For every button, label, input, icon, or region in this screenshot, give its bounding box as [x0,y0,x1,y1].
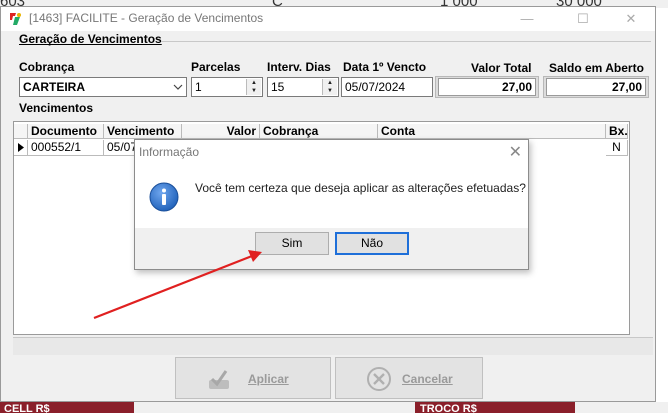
info-icon [149,182,179,212]
row-pointer-icon [18,143,24,152]
bg-text: CELL R$ [4,403,50,413]
vencimentos-label: Vencimentos [19,101,94,115]
spin-down-icon[interactable]: ▼ [247,87,261,95]
dialog-title: Informação [139,145,200,159]
status-bar [13,337,653,355]
interv-dias-label: Interv. Dias [267,60,331,74]
apply-icon [209,370,229,389]
spin-up-icon[interactable]: ▲ [247,79,261,87]
cobranca-label: Cobrança [19,60,75,74]
saldo-aberto-box: 27,00 [543,76,649,98]
table-cell-bx[interactable]: N [606,140,628,156]
cancelar-button[interactable]: Cancelar [335,357,483,399]
divider [161,41,651,42]
section-title: Geração de Vencimentos [19,32,162,46]
saldo-aberto-value: 27,00 [546,78,646,96]
cancelar-label: Cancelar [402,372,453,386]
dialog-title-bar[interactable]: Informação ✕ [135,140,528,164]
interv-dias-stepper[interactable]: 15 ▲ ▼ [267,77,339,97]
background-app-bottom: CELL R$ TROCO R$ [0,402,668,413]
dialog-message: Você tem certeza que deseja aplicar as a… [195,181,526,195]
saldo-aberto-label: Saldo em Aberto [549,61,644,75]
column-header-cobranca[interactable]: Cobrança [260,124,378,139]
aplicar-button[interactable]: Aplicar [175,357,331,399]
spin-buttons[interactable]: ▲ ▼ [246,79,261,95]
dialog-close-button[interactable]: ✕ [509,142,522,162]
minimize-button[interactable]: — [513,9,541,29]
cobranca-select[interactable]: CARTEIRA [19,77,187,97]
column-header-conta[interactable]: Conta [378,124,606,139]
cobranca-value: CARTEIRA [23,80,85,94]
column-header-valor[interactable]: Valor [182,124,260,139]
column-header-documento[interactable]: Documento [28,124,104,139]
interv-dias-value: 15 [271,80,285,94]
data-vencto-label: Data 1º Vencto [343,60,427,74]
app-logo-icon [10,13,21,25]
column-header-vencimento[interactable]: Vencimento [104,124,182,139]
valor-total-label: Valor Total [471,61,532,75]
window-title: [1463] FACILITE - Geração de Vencimentos [29,11,264,25]
parcelas-value: 1 [195,80,202,94]
close-button[interactable]: ✕ [617,9,645,29]
dialog-footer: Sim Não [135,228,528,269]
title-bar[interactable]: [1463] FACILITE - Geração de Vencimentos… [1,7,655,31]
confirmation-dialog: Informação ✕ Você tem certeza que deseja… [134,139,529,270]
no-button[interactable]: Não [335,232,409,255]
row-indicator-header [14,124,28,139]
parcelas-label: Parcelas [191,60,241,74]
spin-buttons[interactable]: ▲ ▼ [322,79,337,95]
valor-total-value: 27,00 [438,78,536,96]
data-vencto-input[interactable]: 05/07/2024 [341,77,433,97]
table-row-indicator[interactable] [14,140,28,156]
spin-down-icon[interactable]: ▼ [323,87,337,95]
parcelas-stepper[interactable]: 1 ▲ ▼ [191,77,263,97]
spin-up-icon[interactable]: ▲ [323,79,337,87]
aplicar-label: Aplicar [248,372,289,386]
cancel-icon [367,367,391,391]
chevron-down-icon[interactable] [172,81,184,93]
column-header-bx[interactable]: Bx. [606,124,628,139]
maximize-button[interactable]: ☐ [569,9,597,29]
table-cell-documento[interactable]: 000552/1 [28,140,104,156]
yes-button[interactable]: Sim [255,232,329,255]
valor-total-box: 27,00 [435,76,539,98]
bg-text: TROCO R$ [420,403,477,413]
dialog-body: Você tem certeza que deseja aplicar as a… [135,164,528,228]
